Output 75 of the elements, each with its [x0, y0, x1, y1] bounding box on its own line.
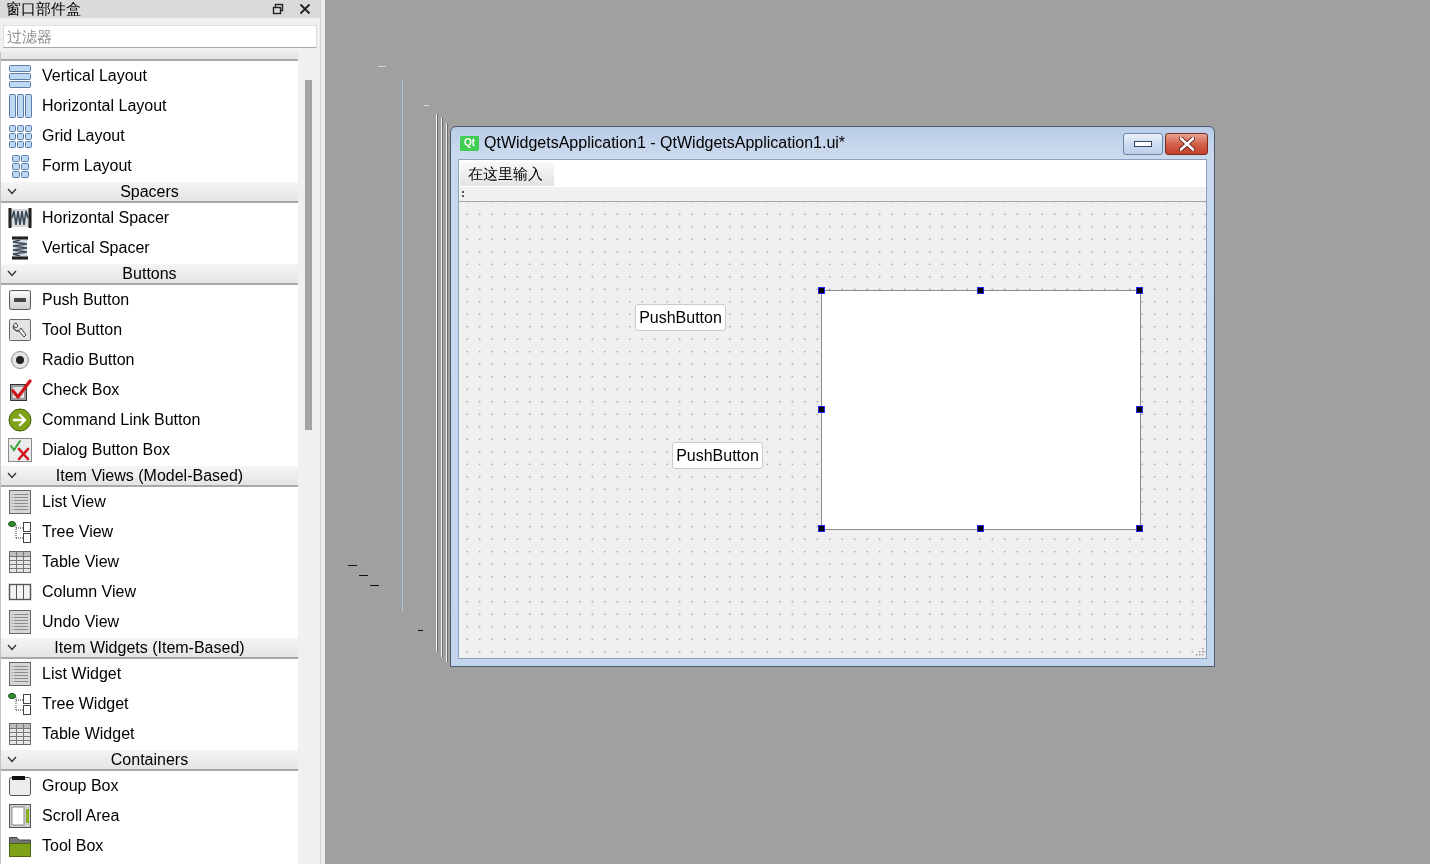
- close-button[interactable]: [1165, 133, 1208, 155]
- wrench-icon: [8, 318, 32, 342]
- category-header[interactable]: Buttons: [1, 263, 298, 285]
- widget-list-item[interactable]: Grid Layout: [1, 121, 298, 151]
- widget-list-item[interactable]: Tool Box: [1, 831, 298, 861]
- window-title: QtWidgetsApplication1 - QtWidgetsApplication1.ui*: [484, 134, 847, 152]
- list-icon: [8, 610, 32, 634]
- widget-list-item[interactable]: Check Box: [1, 375, 298, 405]
- widget-list-item[interactable]: List View: [1, 487, 298, 517]
- widget-list-item[interactable]: Dialog Button Box: [1, 435, 298, 465]
- arrow-circle-icon: [8, 408, 32, 432]
- selection-handle[interactable]: [977, 525, 984, 532]
- vertical-bars-icon: [8, 94, 32, 118]
- panel-title: 窗口部件盒: [6, 0, 82, 18]
- category-header[interactable]: Spacers: [1, 181, 298, 203]
- selection-handle[interactable]: [1136, 406, 1143, 413]
- widget-list-item[interactable]: Column View: [1, 577, 298, 607]
- app-logo: Qt: [460, 135, 479, 151]
- list-icon: [8, 662, 32, 686]
- folder-icon: [8, 834, 32, 858]
- category-header[interactable]: Containers: [1, 749, 298, 771]
- close-icon: [1178, 137, 1195, 151]
- grid-squares-icon: [8, 124, 32, 148]
- scroll-area-icon: [8, 804, 32, 828]
- scrollbar-thumb[interactable]: [305, 80, 312, 430]
- menu-entry[interactable]: 在这里输入: [460, 161, 554, 186]
- widget-list-item[interactable]: Form Layout: [1, 151, 298, 181]
- widget-list-item[interactable]: Command Link Button: [1, 405, 298, 435]
- widget-list-item[interactable]: Horizontal Layout: [1, 91, 298, 121]
- table-icon: [8, 722, 32, 746]
- widget-list-item[interactable]: Horizontal Spacer: [1, 203, 298, 233]
- close-icon[interactable]: [299, 3, 311, 15]
- selection-handle[interactable]: [977, 287, 984, 294]
- widget-list-item[interactable]: Table Widget: [1, 719, 298, 749]
- dash-mark: [418, 630, 423, 631]
- widget-list-item[interactable]: Tree View: [1, 517, 298, 547]
- dash-mark: [378, 66, 386, 67]
- push-button[interactable]: PushButton: [672, 442, 763, 469]
- radio-button-icon: [8, 348, 32, 372]
- table-icon: [8, 550, 32, 574]
- category-header[interactable]: Item Widgets (Item-Based): [1, 637, 298, 659]
- minimize-icon: [1134, 141, 1152, 147]
- widget-list-item[interactable]: List Widget: [1, 659, 298, 689]
- push-button[interactable]: PushButton: [635, 304, 726, 331]
- selection-handle[interactable]: [818, 406, 825, 413]
- tree-icon: [8, 692, 32, 716]
- toolbar-handle-icon[interactable]: [462, 191, 464, 197]
- list-icon: [8, 490, 32, 514]
- widget-list-item[interactable]: Tool Button: [1, 315, 298, 345]
- filter-field[interactable]: 过滤器: [3, 25, 317, 48]
- widget-list-item[interactable]: Push Button: [1, 285, 298, 315]
- checkbox-icon: [8, 378, 32, 402]
- widget-list-item[interactable]: Vertical Spacer: [1, 233, 298, 263]
- group-box-icon: [8, 774, 32, 798]
- tree-icon: [8, 520, 32, 544]
- check-cross-icon: [8, 438, 32, 462]
- horizontal-spring-icon: [8, 206, 32, 230]
- dash-mark: [424, 105, 429, 106]
- resize-grip-icon[interactable]: [1194, 646, 1204, 656]
- restore-icon[interactable]: [272, 3, 284, 15]
- category-header[interactable]: Item Views (Model-Based): [1, 465, 298, 487]
- selection-handle[interactable]: [818, 525, 825, 532]
- stacked-bars-icon: [8, 64, 32, 88]
- widget-list-item[interactable]: Radio Button: [1, 345, 298, 375]
- selection-handle[interactable]: [1136, 525, 1143, 532]
- widget-list-item[interactable]: Table View: [1, 547, 298, 577]
- widget-list-item[interactable]: Tree Widget: [1, 689, 298, 719]
- widget-list-item[interactable]: Group Box: [1, 771, 298, 801]
- minimize-button[interactable]: [1123, 133, 1163, 155]
- widget-list-item[interactable]: Vertical Layout: [1, 61, 298, 91]
- push-button-icon: [8, 288, 32, 312]
- widget-list-item[interactable]: Undo View: [1, 607, 298, 637]
- selection-handle[interactable]: [1136, 287, 1143, 294]
- selection-handle[interactable]: [818, 287, 825, 294]
- widget-list-item[interactable]: Scroll Area: [1, 801, 298, 831]
